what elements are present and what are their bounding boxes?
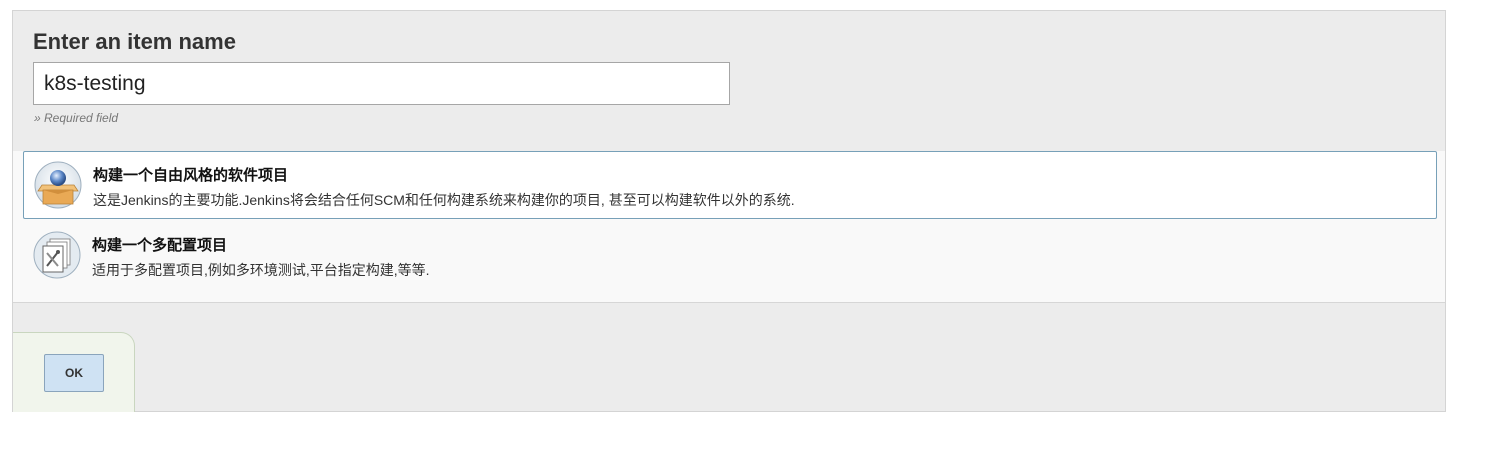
ok-button[interactable]: OK xyxy=(44,354,104,392)
item-type-freestyle[interactable]: 构建一个自由风格的软件项目 这是Jenkins的主要功能.Jenkins将会结合… xyxy=(23,151,1437,219)
required-field-note: » Required field xyxy=(34,111,119,125)
item-name-section: Enter an item name » Required field xyxy=(13,11,1445,151)
item-type-description: 适用于多配置项目,例如多环境测试,平台指定构建,等等. xyxy=(92,262,430,278)
item-type-title: 构建一个多配置项目 xyxy=(92,237,228,254)
new-item-panel: Enter an item name » Required field xyxy=(12,10,1446,412)
bottom-button-bar: OK xyxy=(13,332,135,412)
freestyle-project-icon xyxy=(34,161,82,209)
item-type-list: 构建一个自由风格的软件项目 这是Jenkins的主要功能.Jenkins将会结合… xyxy=(13,151,1445,303)
item-type-title: 构建一个自由风格的软件项目 xyxy=(93,167,289,184)
multi-configuration-project-icon xyxy=(33,231,81,279)
item-type-multi-configuration[interactable]: 构建一个多配置项目 适用于多配置项目,例如多环境测试,平台指定构建,等等. xyxy=(23,222,1437,290)
item-type-description: 这是Jenkins的主要功能.Jenkins将会结合任何SCM和任何构建系统来构… xyxy=(93,192,795,208)
item-name-heading: Enter an item name xyxy=(33,29,236,54)
item-name-input[interactable] xyxy=(33,62,730,105)
